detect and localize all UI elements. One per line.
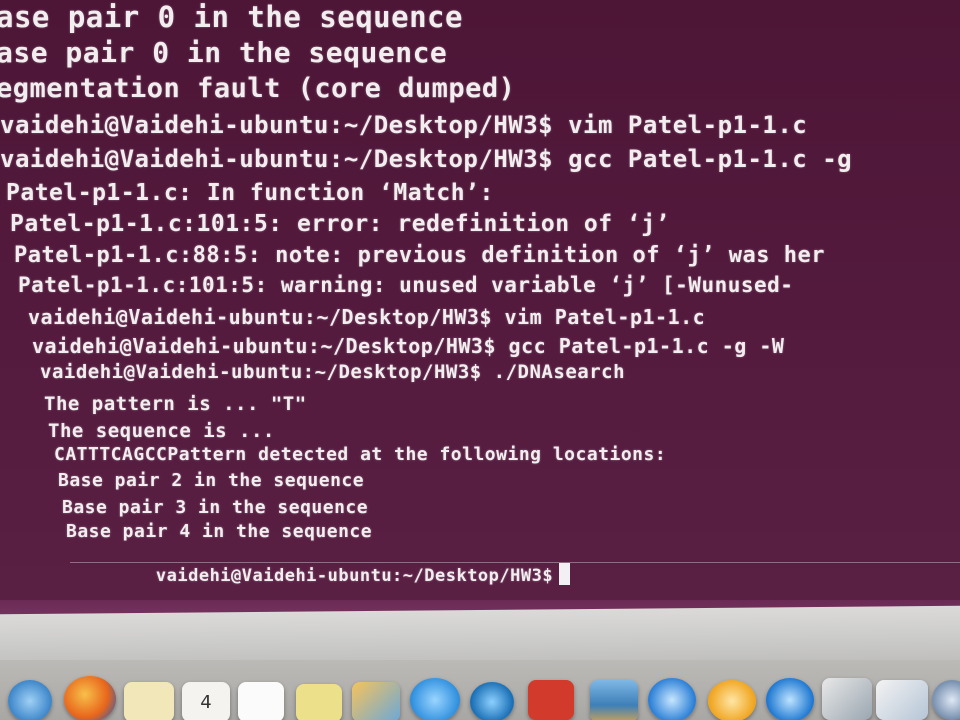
terminal-window[interactable]: ase pair 0 in the sequence ase pair 0 in… [0, 0, 960, 600]
terminal-bottom-edge [70, 562, 960, 563]
terminal-line: Base pair 4 in the sequence [66, 521, 373, 542]
terminal-line: Base pair 3 in the sequence [62, 497, 369, 518]
terminal-prompt: vaidehi@Vaidehi-ubuntu:~/Desktop/HW3$ [155, 566, 554, 586]
terminal-line: The pattern is ... "T" [44, 393, 307, 415]
photo-of-monitor: ase pair 0 in the sequence ase pair 0 in… [0, 0, 960, 720]
finder-icon[interactable] [8, 680, 52, 720]
terminal-line: The sequence is ... [48, 420, 275, 442]
terminal-line: Patel-p1-1.c: In function ‘Match’: [6, 180, 494, 206]
terminal-line: ase pair 0 in the sequence [0, 36, 448, 69]
terminal-line: vaidehi@Vaidehi-ubuntu:~/Desktop/HW3$ gc… [32, 334, 785, 358]
terminal-output: ase pair 0 in the sequence ase pair 0 in… [0, 0, 960, 600]
stickies-icon[interactable] [296, 684, 342, 720]
terminal-line: vaidehi@Vaidehi-ubuntu:~/Desktop/HW3$ vi… [0, 111, 808, 139]
terminal-cursor[interactable] [559, 563, 571, 585]
terminal-line: vaidehi@Vaidehi-ubuntu:~/Desktop/HW3$ vi… [28, 305, 706, 329]
terminal-line: Patel-p1-1.c:88:5: note: previous defini… [14, 243, 825, 268]
reminders-icon[interactable] [238, 682, 284, 720]
photo-slideshow-icon[interactable] [352, 682, 400, 720]
terminal-line: Patel-p1-1.c:101:5: warning: unused vari… [18, 273, 794, 297]
preview-icon[interactable] [822, 678, 872, 720]
terminal-line: CATTTCAGCCPattern detected at the follow… [54, 444, 667, 465]
mail-icon[interactable] [876, 680, 928, 720]
ibooks-icon[interactable] [708, 680, 756, 720]
facetime-icon[interactable] [470, 682, 514, 720]
messages-icon[interactable] [410, 678, 460, 720]
terminal-line: Patel-p1-1.c:101:5: error: redefinition … [10, 211, 670, 237]
iphoto-icon[interactable] [590, 680, 638, 720]
calendar-icon[interactable]: 4 [182, 682, 230, 720]
terminal-line: egmentation fault (core dumped) [0, 73, 516, 104]
firefox-icon[interactable] [64, 676, 116, 720]
terminal-line: vaidehi@Vaidehi-ubuntu:~/Desktop/HW3$ gc… [0, 145, 853, 173]
notes-icon[interactable] [124, 682, 174, 720]
itunes-icon[interactable] [648, 678, 696, 720]
terminal-line: ase pair 0 in the sequence [0, 0, 463, 34]
terminal-line: Base pair 2 in the sequence [58, 470, 365, 491]
terminal-prompt-line: vaidehi@Vaidehi-ubuntu:~/Desktop/HW3$ [70, 543, 571, 600]
calendar-day: 4 [200, 691, 212, 713]
photo-booth-icon[interactable] [528, 680, 574, 720]
app-store-icon[interactable] [766, 678, 814, 720]
terminal-line: vaidehi@Vaidehi-ubuntu:~/Desktop/HW3$ ./… [40, 361, 626, 383]
